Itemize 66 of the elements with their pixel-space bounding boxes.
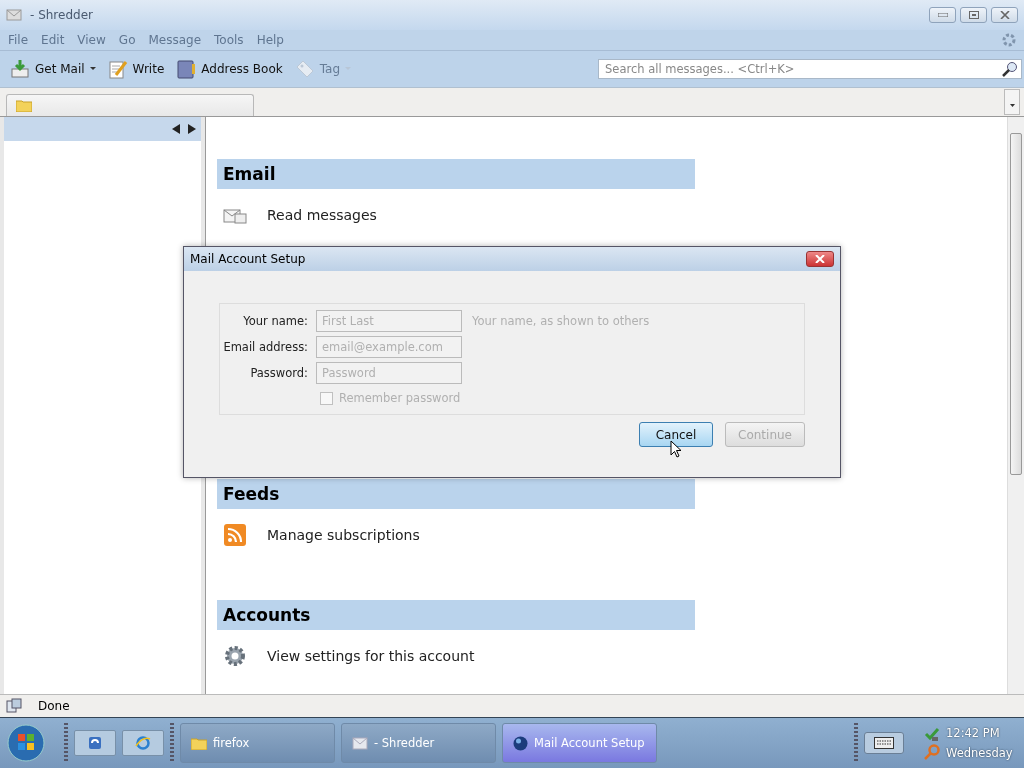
- close-button[interactable]: [806, 251, 834, 267]
- left-arrow-icon: [172, 124, 180, 134]
- envelopes-icon: [223, 206, 247, 224]
- taskbar-button[interactable]: - Shredder: [341, 723, 496, 764]
- gear-icon: [223, 644, 247, 668]
- status-text: Done: [38, 699, 70, 714]
- globe-icon: [513, 735, 528, 751]
- search-field[interactable]: Search all messages... <Ctrl+K>: [598, 59, 1022, 79]
- checkbox-label: Remember password: [339, 391, 461, 405]
- field-label: Email address:: [222, 340, 308, 354]
- inbox-download-icon: [10, 59, 30, 79]
- action-link[interactable]: Manage subscriptions: [267, 527, 420, 543]
- rss-icon: [223, 524, 247, 546]
- throbber-icon: [1002, 33, 1016, 47]
- window-title: - Shredder: [30, 8, 93, 22]
- mouse-pointer-icon: [670, 440, 682, 458]
- pencil-paper-icon: [107, 59, 128, 79]
- folder-icon: [191, 736, 207, 750]
- maximize-button[interactable]: [960, 7, 987, 23]
- close-button[interactable]: [991, 7, 1018, 23]
- caret-icon: [1009, 103, 1015, 107]
- keyboard-button[interactable]: [864, 732, 904, 755]
- taskbar-button[interactable]: Mail Account Setup: [502, 723, 657, 764]
- dialog-title: Mail Account Setup: [190, 252, 306, 266]
- field-hint: Your name, as shown to others: [472, 314, 650, 328]
- scrollbar[interactable]: [1007, 117, 1024, 695]
- close-icon: [815, 255, 825, 263]
- envelope-icon: [6, 8, 22, 22]
- minimize-button[interactable]: [929, 7, 956, 23]
- quick-launch-button[interactable]: [74, 730, 116, 757]
- close-icon: [999, 11, 1010, 19]
- maximize-icon: [968, 11, 979, 19]
- taskbar-button[interactable]: firefox: [180, 723, 335, 764]
- section-header: Email: [217, 159, 695, 189]
- right-arrow-icon: [188, 124, 196, 134]
- start-button[interactable]: [6, 723, 46, 764]
- tab-list-button[interactable]: [1004, 89, 1020, 115]
- section-header: Feeds: [217, 479, 695, 509]
- section-header: Accounts: [217, 600, 695, 630]
- clock-day: Wednesday: [946, 745, 1018, 762]
- input-field[interactable]: email@example.com: [316, 336, 462, 358]
- toolbar-button[interactable]: Get Mail: [6, 57, 100, 81]
- caret-icon: [89, 67, 96, 71]
- book-icon: [176, 59, 197, 79]
- clock-time: 12:42 PM: [946, 725, 1001, 742]
- field-label: Password:: [249, 366, 308, 380]
- folder-icon: [16, 99, 32, 112]
- app-icon: [87, 735, 103, 752]
- action-link[interactable]: Read messages: [267, 207, 377, 223]
- quick-launch-button[interactable]: [122, 730, 164, 757]
- input-field[interactable]: Password: [316, 362, 462, 384]
- action-link[interactable]: View settings for this account: [267, 648, 475, 664]
- keyboard-icon: [874, 737, 894, 750]
- folder-tab[interactable]: [6, 94, 254, 116]
- windows-logo-icon: [6, 723, 46, 764]
- minimize-icon: [937, 13, 948, 17]
- tag-icon: [294, 59, 315, 79]
- field-label: Your name:: [242, 314, 308, 328]
- toolbar-button[interactable]: Address Book: [172, 57, 287, 81]
- envelope-icon: [352, 736, 368, 750]
- toolbar-button[interactable]: Write: [103, 57, 169, 81]
- scrollbar-thumb[interactable]: [1010, 133, 1022, 475]
- input-field[interactable]: First Last: [316, 310, 462, 332]
- dialog-button[interactable]: Cancel: [639, 422, 713, 447]
- browser-icon: [135, 735, 151, 752]
- status-icon: [6, 698, 22, 715]
